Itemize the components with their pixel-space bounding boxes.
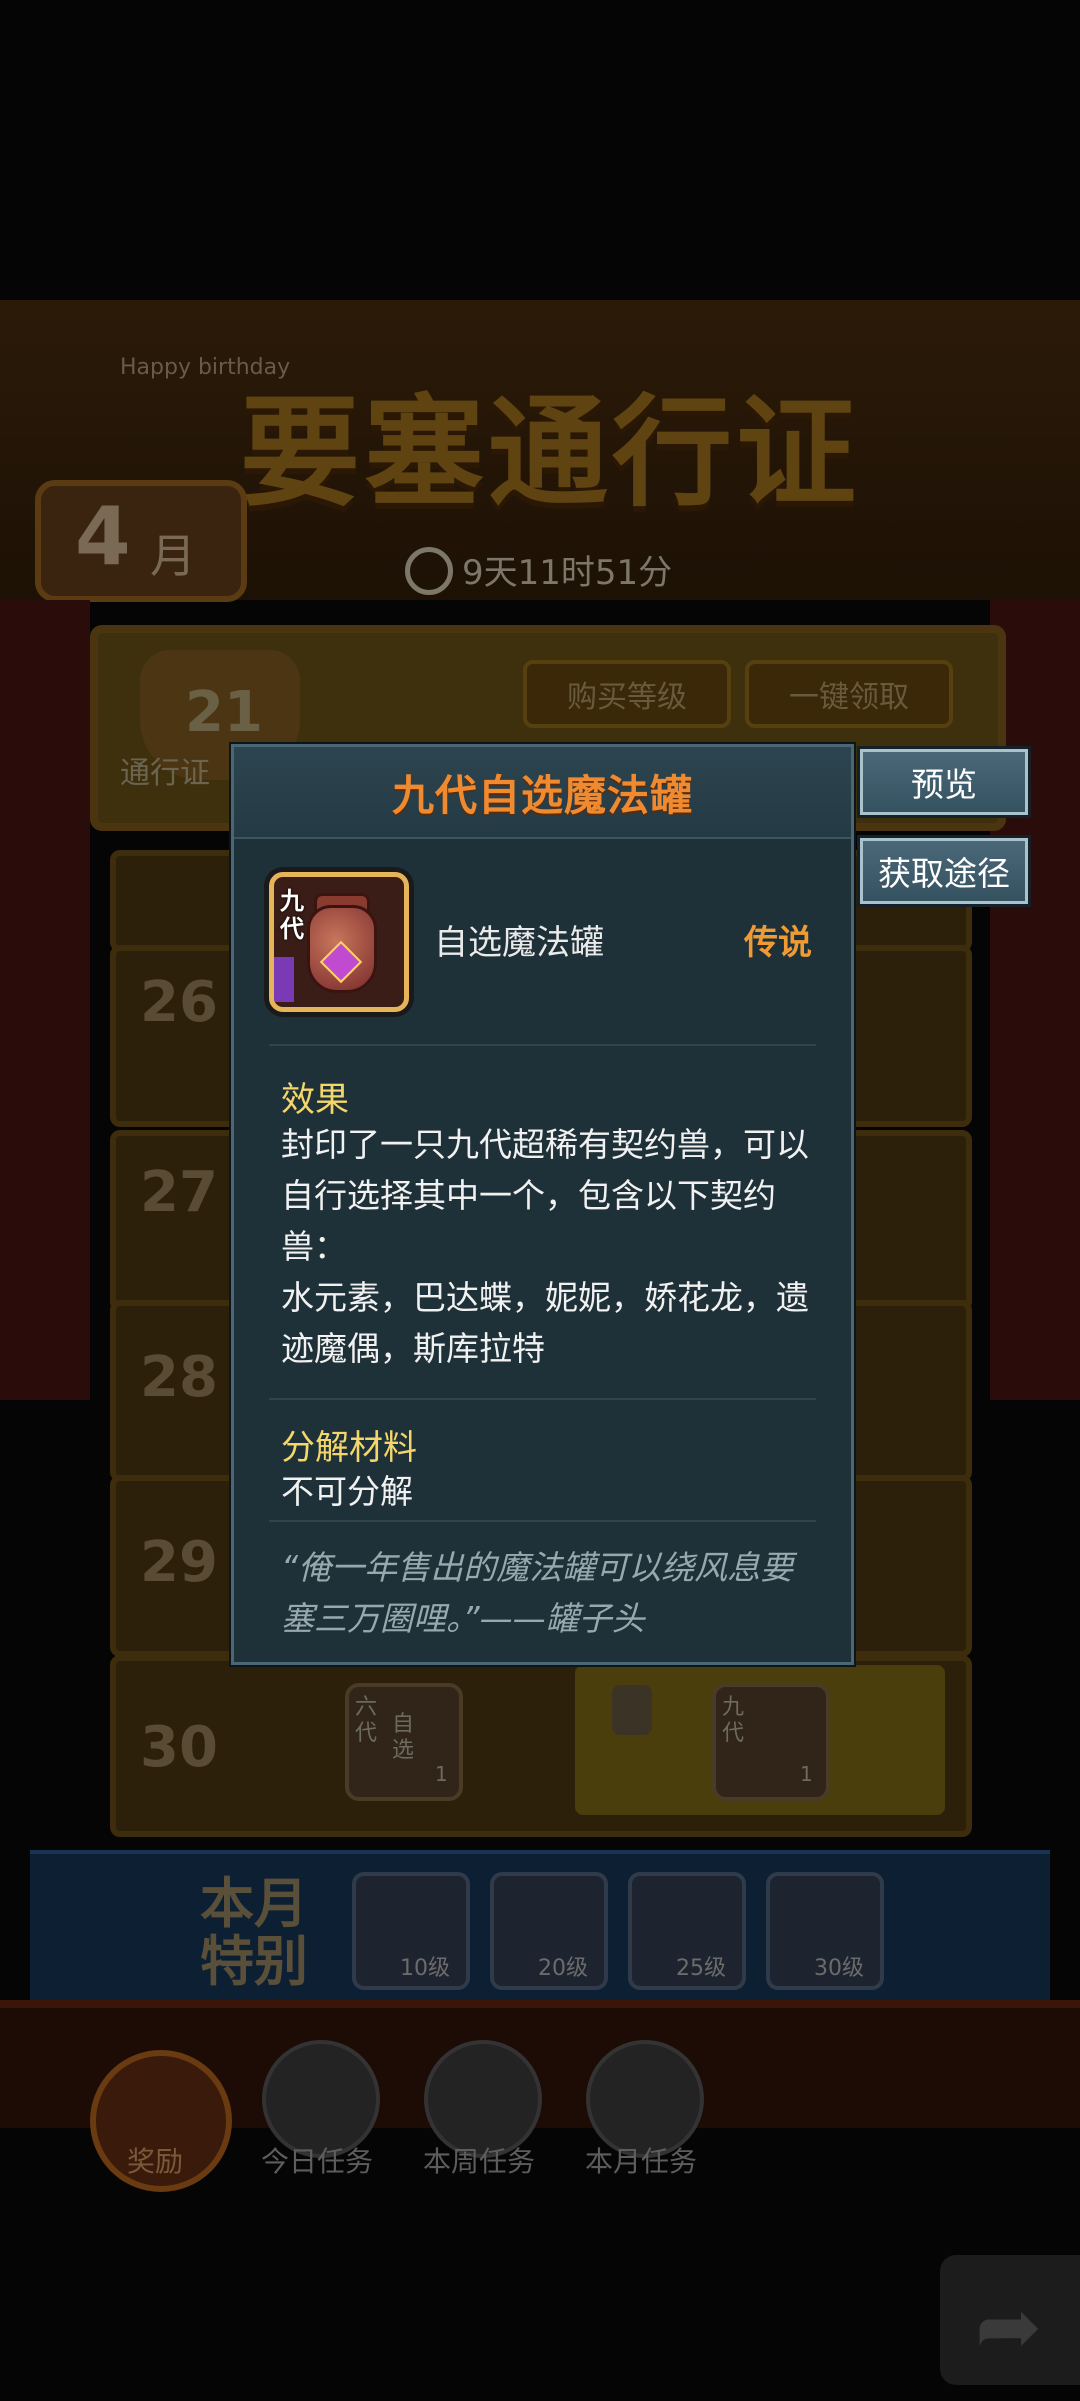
month-unit: 月 [150,529,196,583]
ribbon-icon [274,957,294,1002]
row-level: 27 [140,1160,218,1225]
month-badge [35,480,247,602]
item-detail-popup: 九代自选魔法罐 九代 自选魔法罐 传说 效果 封印了一只九代超稀有契约兽，可以自… [231,744,854,1665]
popup-header: 九代自选魔法罐 [234,747,851,839]
tab-monthly-label: 本月任务 [584,2145,697,2178]
divider [269,1044,816,1046]
curtain-left [0,600,90,1400]
special-item-caption: 20级 [538,1956,588,1981]
special-item-caption: 10级 [400,1956,450,1981]
acquire-method-button[interactable]: 获取途径 [860,838,1028,904]
row-level: 26 [140,970,218,1035]
divider [269,1398,816,1400]
divider [269,1520,816,1522]
row-level: 30 [140,1715,218,1780]
buy-level-button[interactable]: 购买等级 [523,660,731,728]
countdown-timer: 9天11时51分 [462,553,673,593]
reward-item-tag: 九代 [722,1695,745,1746]
special-item-caption: 30级 [814,1956,864,1981]
decompose-text: 不可分解 [281,1472,413,1511]
effect-heading: 效果 [281,1080,349,1120]
month-number: 4 [75,490,131,583]
preview-button[interactable]: 预览 [860,749,1028,815]
tab-rewards-label: 奖励 [126,2145,183,2178]
reward-item-count: 1 [435,1762,448,1786]
row-level: 29 [140,1530,218,1595]
item-name: 自选魔法罐 [434,923,604,963]
item-icon: 九代 [269,872,409,1012]
popup-title: 九代自选魔法罐 [391,770,693,820]
tab-daily-label: 今日任务 [260,2145,373,2178]
item-icon-tag: 九代 [280,887,304,943]
row-level: 28 [140,1345,218,1410]
lock-icon [612,1685,652,1735]
decompose-heading: 分解材料 [281,1428,417,1468]
special-item-caption: 25级 [676,1956,726,1981]
pass-level: 21 [185,680,263,745]
effect-text-1: 封印了一只九代超稀有契约兽，可以自行选择其中一个，包含以下契约兽： [281,1125,809,1266]
claim-all-button[interactable]: 一键领取 [745,660,953,728]
pass-label: 通行证 [120,756,210,791]
reward-item-tag: 六代 [355,1695,378,1746]
banner-title: 要塞通行证 [240,384,860,523]
monthly-special-label: 本月特别 [200,1872,308,1993]
reward-item-label: 自选 [392,1712,415,1763]
flavor-quote: “俺一年售出的魔法罐可以绕风息要塞三万圈哩。”——罐子头 [281,1548,794,1638]
item-rarity: 传说 [744,923,812,963]
clock-icon [405,547,453,595]
banner-badge-text: Happy birthday [120,355,291,380]
tab-weekly-label: 本周任务 [422,2145,535,2178]
reward-item-count: 1 [800,1762,813,1786]
effect-text-2: 水元素，巴达蝶，妮妮，娇花龙，遗迹魔偶，斯库拉特 [281,1278,809,1368]
share-arrow-icon: ➦ [975,2280,1043,2373]
